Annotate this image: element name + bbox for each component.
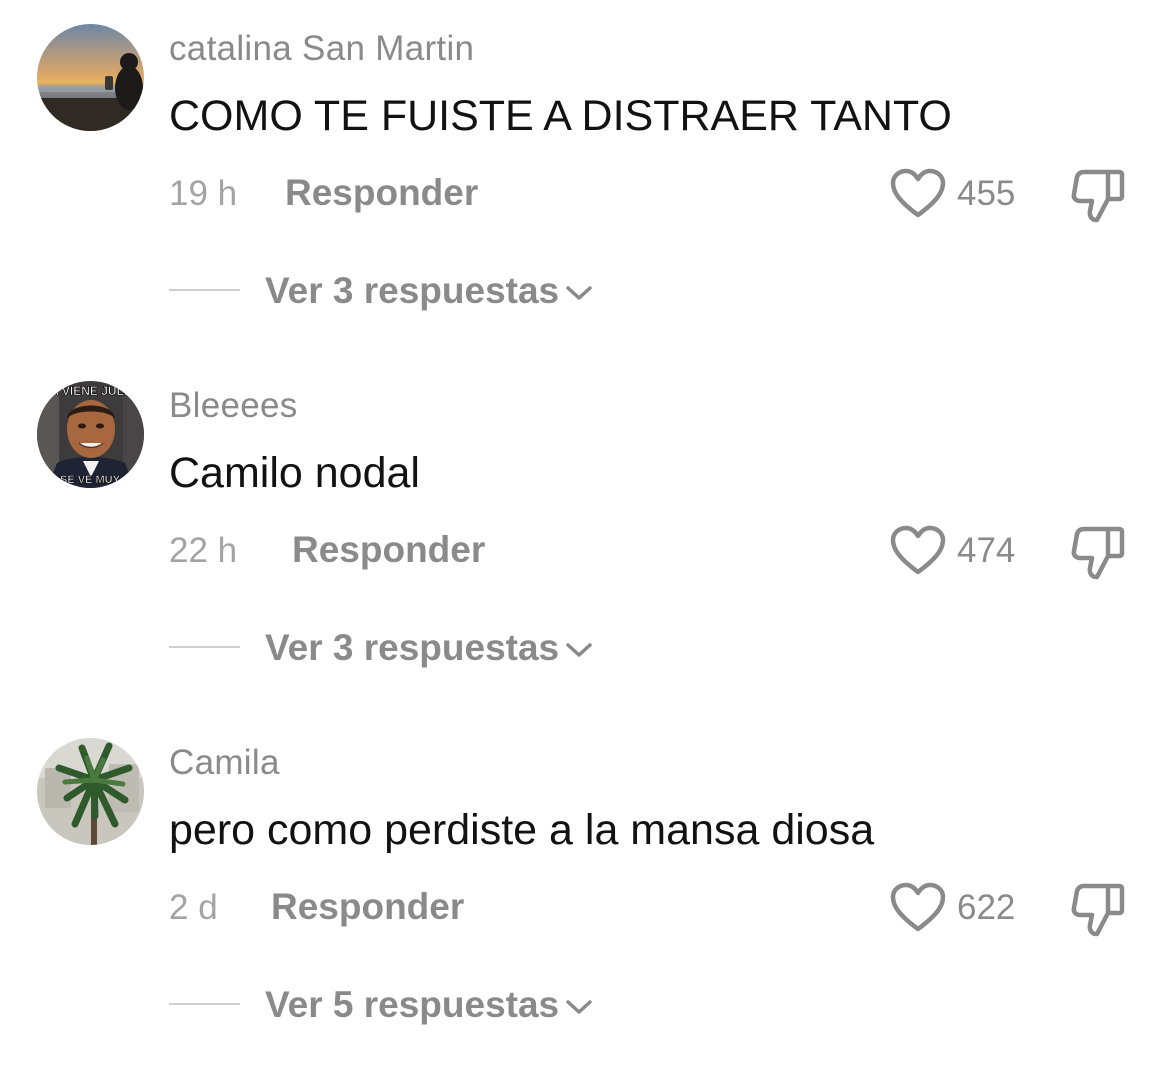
view-replies-button[interactable]: Ver 3 respuestas (265, 270, 593, 312)
username[interactable]: catalina San Martin (169, 29, 474, 69)
sunset-beach-photo (37, 24, 144, 131)
reply-button[interactable]: Responder (292, 529, 485, 571)
like-button[interactable] (889, 168, 947, 220)
chevron-down-icon (566, 286, 592, 300)
meme-face-photo: YA VIENE JULIO SE VE MUY (37, 381, 144, 488)
dislike-button[interactable] (1070, 166, 1126, 224)
thumbs-down-outline-icon (1071, 526, 1125, 580)
timestamp: 2 d (169, 888, 218, 927)
reply-button[interactable]: Responder (285, 172, 478, 214)
avatar[interactable] (37, 738, 144, 845)
like-button[interactable] (889, 525, 947, 577)
view-replies-label: Ver 3 respuestas (265, 627, 560, 668)
heart-outline-icon (890, 882, 946, 932)
like-count: 455 (957, 174, 1016, 213)
username[interactable]: Camila (169, 743, 280, 783)
username[interactable]: Bleeees (169, 386, 298, 426)
heart-outline-icon (890, 168, 946, 218)
like-count: 474 (957, 531, 1016, 570)
thumbs-down-outline-icon (1071, 883, 1125, 937)
timestamp: 19 h (169, 174, 238, 213)
palm-tree-photo (37, 738, 144, 845)
comment-item: catalina San Martin COMO TE FUISTE A DIS… (0, 0, 1170, 357)
heart-outline-icon (890, 525, 946, 575)
dislike-button[interactable] (1070, 880, 1126, 938)
comment-item: YA VIENE JULIO SE VE MUY Bleeees Camilo … (0, 357, 1170, 714)
view-replies-label: Ver 5 respuestas (265, 984, 560, 1025)
like-count: 622 (957, 888, 1016, 927)
like-button[interactable] (889, 882, 947, 934)
avatar-caption-top: YA VIENE JULIO (43, 384, 136, 398)
view-replies-button[interactable]: Ver 5 respuestas (265, 984, 593, 1026)
dislike-button[interactable] (1070, 523, 1126, 581)
view-replies-label: Ver 3 respuestas (265, 270, 560, 311)
avatar[interactable] (37, 24, 144, 131)
comment-text: pero como perdiste a la mansa diosa (169, 806, 875, 854)
divider (169, 289, 240, 291)
view-replies-button[interactable]: Ver 3 respuestas (265, 627, 593, 669)
avatar[interactable]: YA VIENE JULIO SE VE MUY (37, 381, 144, 488)
avatar-caption-bottom: SE VE MUY (60, 474, 121, 486)
comment-text: Camilo nodal (169, 449, 420, 497)
divider (169, 1003, 240, 1005)
chevron-down-icon (566, 643, 592, 657)
timestamp: 22 h (169, 531, 238, 570)
chevron-down-icon (566, 1000, 592, 1014)
thumbs-down-outline-icon (1071, 169, 1125, 223)
reply-button[interactable]: Responder (271, 886, 464, 928)
comment-text: COMO TE FUISTE A DISTRAER TANTO (169, 92, 952, 140)
divider (169, 646, 240, 648)
comment-item: Camila pero como perdiste a la mansa dio… (0, 714, 1170, 1071)
